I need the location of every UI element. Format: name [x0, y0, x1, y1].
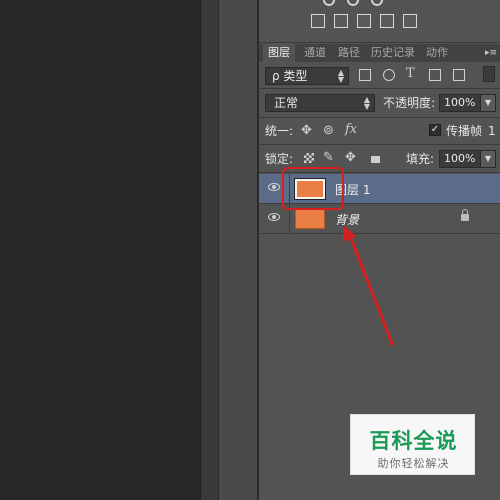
propagate-frame-checkbox[interactable]: ✓: [429, 124, 441, 136]
annotation-highlight: [282, 167, 344, 210]
photo-filter-icon[interactable]: [311, 14, 325, 28]
panel-dock: [218, 0, 258, 500]
watermark-subtitle: 助你轻松解决: [377, 457, 450, 470]
unify-style-icon[interactable]: fx: [345, 122, 357, 138]
panel-tab-bar: 图层 通道 路径 历史记录 动作 ▸≡: [259, 44, 500, 62]
smart-object-filter-icon[interactable]: [453, 69, 465, 81]
blend-mode-value: 正常: [274, 96, 299, 110]
select-spinner-icon: ▲ ▼: [337, 68, 344, 84]
filter-select-value: ρ 类型: [272, 69, 308, 83]
unify-position-icon[interactable]: ✥: [301, 123, 312, 139]
threshold-icon[interactable]: [403, 14, 417, 28]
divider: [259, 42, 500, 43]
divider: [259, 88, 500, 89]
propagate-frame-label: 传播帧: [446, 124, 483, 138]
unify-visibility-icon[interactable]: ⊚: [323, 123, 334, 139]
gradient-map-icon[interactable]: [334, 14, 348, 28]
type-filter-icon[interactable]: T: [406, 66, 415, 82]
scroll-gutter: [200, 0, 219, 500]
image-filter-icon[interactable]: [359, 69, 371, 81]
layer-thumbnail[interactable]: [295, 209, 325, 229]
tab-history[interactable]: 历史记录: [367, 44, 419, 62]
blend-mode-select[interactable]: 正常 ▲ ▼: [265, 94, 375, 112]
unify-label: 统一:: [265, 124, 294, 138]
opacity-dropdown-button[interactable]: ▼: [480, 94, 496, 112]
lock-all-icon[interactable]: [371, 156, 380, 163]
fill-dropdown-button[interactable]: ▼: [480, 150, 496, 168]
shape-filter-icon[interactable]: [429, 69, 441, 81]
divider: [259, 144, 500, 145]
tab-paths[interactable]: 路径: [333, 44, 365, 62]
filter-toggle[interactable]: [483, 66, 495, 82]
brand-watermark: 百科全说 助你轻松解决: [350, 414, 475, 475]
select-spinner-icon: ▲ ▼: [363, 95, 370, 111]
selective-color-icon[interactable]: [357, 14, 371, 28]
lock-image-pixels-icon[interactable]: ✎: [323, 150, 334, 166]
watermark-title: 百科全说: [369, 429, 458, 453]
eye-icon[interactable]: [268, 213, 280, 221]
layer-filter-select[interactable]: ρ 类型 ▲ ▼: [265, 67, 349, 85]
tab-actions[interactable]: 动作: [421, 44, 453, 62]
adjustment-circle-icon[interactable]: [323, 0, 335, 6]
divider: [259, 117, 500, 118]
document-canvas: [0, 0, 200, 500]
fill-label: 填充:: [406, 152, 435, 166]
adjustment-filter-icon[interactable]: [383, 69, 395, 81]
lock-position-icon[interactable]: ✥: [345, 150, 356, 166]
layer-name[interactable]: 背景: [335, 211, 359, 228]
lock-transparent-pixels-icon[interactable]: [304, 153, 314, 163]
invert-icon[interactable]: [380, 14, 394, 28]
eye-icon[interactable]: [268, 183, 280, 191]
fill-input[interactable]: 100%: [439, 150, 481, 168]
opacity-label: 不透明度:: [383, 96, 436, 110]
adjustment-circle-icon[interactable]: [347, 0, 359, 6]
panel-menu-icon[interactable]: ▸≡: [485, 44, 497, 62]
lock-icon: [461, 209, 469, 221]
lock-label: 锁定:: [265, 152, 294, 166]
tab-layers[interactable]: 图层: [263, 44, 295, 62]
tab-channels[interactable]: 通道: [299, 44, 331, 62]
adjustments-panel: [259, 0, 500, 42]
propagate-frame-value: 1: [488, 124, 496, 138]
adjustment-circle-icon[interactable]: [371, 0, 383, 6]
opacity-input[interactable]: 100%: [439, 94, 481, 112]
